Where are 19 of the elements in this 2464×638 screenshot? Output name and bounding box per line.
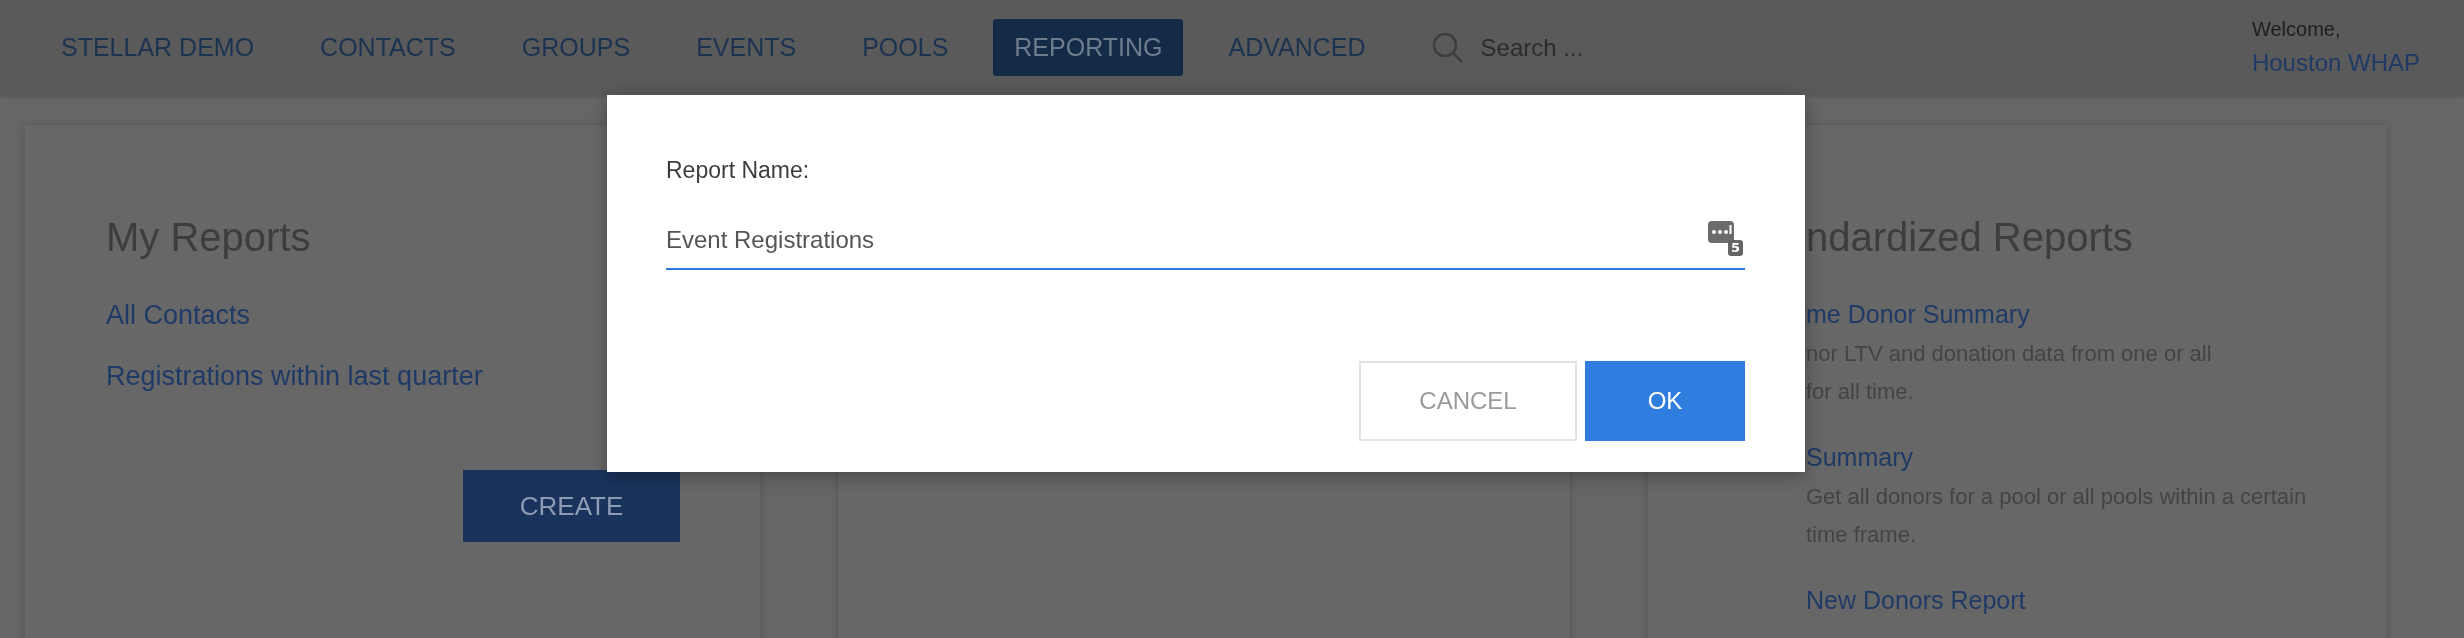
report-link[interactable]: New Donors Report <box>1806 586 2026 615</box>
create-button[interactable]: CREATE <box>463 470 680 542</box>
nav-tab[interactable]: ADVANCED <box>1207 19 1387 76</box>
nav-tab[interactable]: EVENTS <box>675 19 818 76</box>
nav-tab[interactable]: GROUPS <box>500 19 652 76</box>
welcome-text: Welcome, <box>2251 18 2342 41</box>
field-label: Report Name: <box>666 157 810 184</box>
report-link[interactable]: Registrations within last quarter <box>106 361 483 392</box>
user-link[interactable]: Houston WHAP <box>2251 49 2420 77</box>
report-link[interactable]: me Donor Summary <box>1806 300 2030 329</box>
count-badge: 5 <box>1727 240 1743 256</box>
ok-button[interactable]: OK <box>1585 361 1745 441</box>
nav-tab[interactable]: REPORTING <box>993 19 1184 76</box>
cancel-button[interactable]: CANCEL <box>1359 361 1577 441</box>
nav-tab[interactable]: POOLS <box>841 19 970 76</box>
nav-tab[interactable]: CONTACTS <box>299 19 477 76</box>
report-link[interactable]: All Contacts <box>106 300 251 331</box>
brand-link[interactable]: STELLAR DEMO <box>40 19 276 76</box>
report-link[interactable]: Summary <box>1806 443 1913 472</box>
